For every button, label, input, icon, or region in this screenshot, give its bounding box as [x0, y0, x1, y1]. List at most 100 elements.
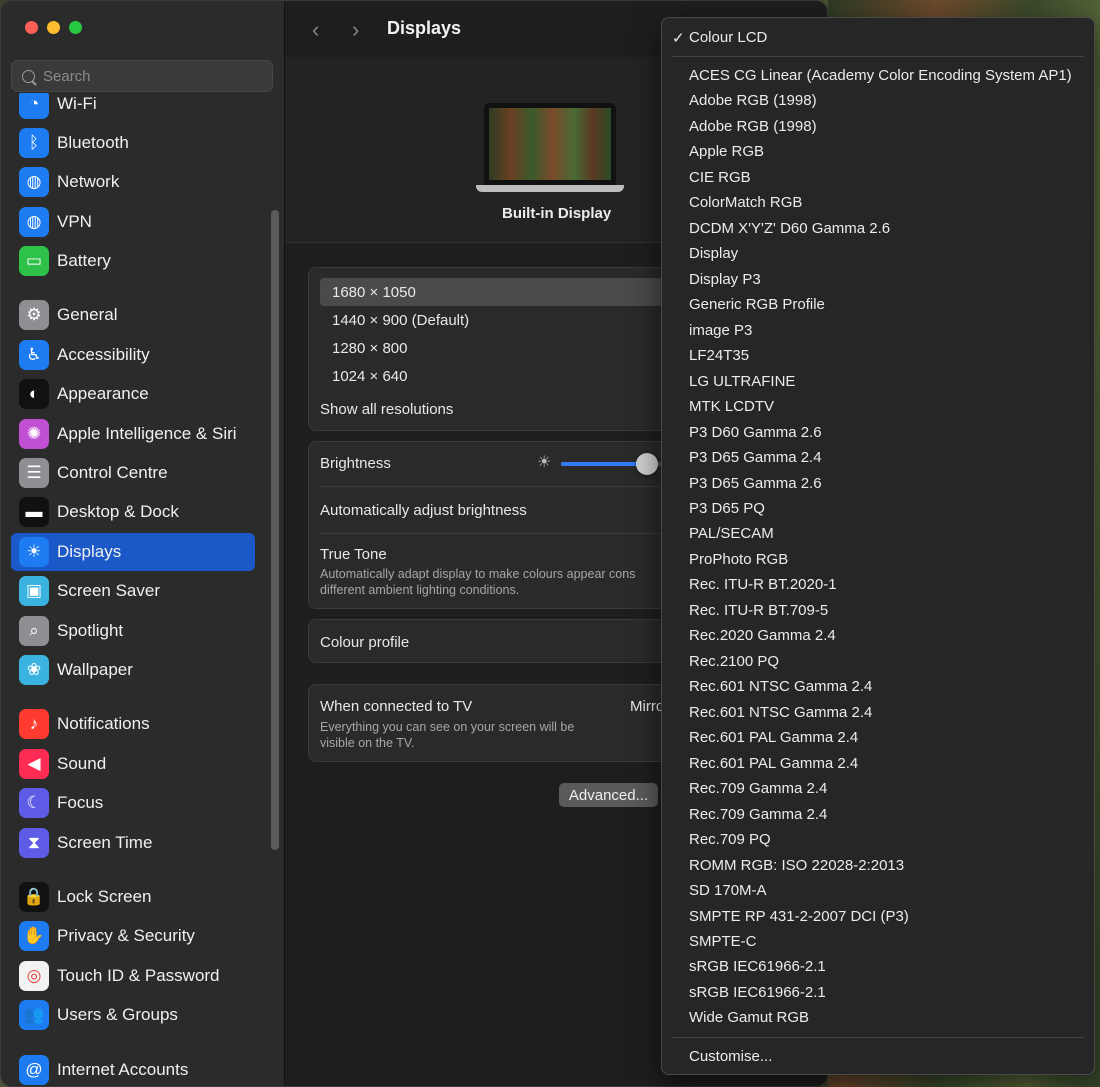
menu-item-profile[interactable]: Rec. ITU-R BT.2020-1: [689, 576, 837, 593]
sidebar-item-accessibility[interactable]: ♿ Accessibility: [11, 336, 255, 374]
menu-item-profile[interactable]: LG ULTRAFINE: [689, 373, 795, 390]
menu-item-profile[interactable]: Rec.709 Gamma 2.4: [689, 806, 827, 823]
menu-item-profile[interactable]: Display P3: [689, 271, 761, 288]
close-button[interactable]: [25, 21, 38, 34]
sidebar-item-label: Screen Saver: [57, 581, 160, 600]
sidebar-item-label: Battery: [57, 251, 111, 270]
laptop-image[interactable]: [476, 103, 624, 192]
dock-icon: ▬: [19, 497, 49, 527]
sidebar-item-bluetooth[interactable]: ᛒ Bluetooth: [11, 124, 255, 162]
menu-item-profile[interactable]: Adobe RGB (1998): [689, 118, 817, 135]
sidebar-item-label: Privacy & Security: [57, 926, 195, 945]
menu-item-profile[interactable]: Apple RGB: [689, 143, 764, 160]
menu-separator: [672, 56, 1084, 57]
sidebar-item-screen-time[interactable]: ⧗ Screen Time: [11, 824, 255, 862]
sidebar-item-appearance[interactable]: ◐ Appearance: [11, 375, 255, 413]
menu-item-profile[interactable]: LF24T35: [689, 347, 749, 364]
checkmark-icon: ✓: [672, 30, 685, 47]
menu-item-profile[interactable]: ProPhoto RGB: [689, 551, 788, 568]
colour-profile-label: Colour profile: [320, 634, 410, 651]
screen-saver-icon: ▣: [19, 576, 49, 606]
sidebar-item-desktop-dock[interactable]: ▬ Desktop & Dock: [11, 493, 255, 531]
sidebar-item-wi-fi[interactable]: ◔ Wi-Fi: [11, 93, 255, 123]
menu-item-profile[interactable]: ROMM RGB: ISO 22028-2:2013: [689, 857, 904, 874]
sidebar-item-label: VPN: [57, 212, 92, 231]
sidebar-item-label: Focus: [57, 793, 104, 812]
menu-item-profile[interactable]: Rec.601 PAL Gamma 2.4: [689, 755, 858, 772]
forward-button[interactable]: ›: [352, 17, 359, 43]
sidebar-item-internet-accounts[interactable]: @ Internet Accounts: [11, 1051, 255, 1086]
sidebar-scrollbar[interactable]: [271, 210, 279, 850]
menu-item-profile[interactable]: ACES CG Linear (Academy Color Encoding S…: [689, 67, 1072, 84]
toggles-icon: ☰: [19, 458, 49, 488]
sidebar-item-spotlight[interactable]: ⌕ Spotlight: [11, 612, 255, 650]
menu-item-profile[interactable]: P3 D65 PQ: [689, 500, 765, 517]
menu-item-profile[interactable]: sRGB IEC61966-2.1: [689, 984, 826, 1001]
sidebar-list: ◔ Wi-Fi ᛒ Bluetooth ◍ Network ◍ VPN ▭ Battery ⚙ Gen…: [1, 93, 285, 1086]
sidebar-item-label: Notifications: [57, 714, 150, 733]
sidebar-item-network[interactable]: ◍ Network: [11, 163, 255, 201]
menu-item-profile[interactable]: Display: [689, 245, 738, 262]
menu-item-customise[interactable]: Customise...: [689, 1048, 772, 1065]
menu-item-profile[interactable]: Rec.709 Gamma 2.4: [689, 780, 827, 797]
menu-item-profile[interactable]: Rec.601 NTSC Gamma 2.4: [689, 678, 872, 695]
show-all-resolutions-toggle[interactable]: Show all resolutions: [320, 401, 453, 418]
sidebar-item-general[interactable]: ⚙ General: [11, 296, 255, 334]
menu-item-profile[interactable]: Rec.709 PQ: [689, 831, 771, 848]
hand-icon: ✋: [19, 921, 49, 951]
menu-item-profile[interactable]: Rec.2020 Gamma 2.4: [689, 627, 836, 644]
advanced-button[interactable]: Advanced...: [559, 783, 658, 807]
bluetooth-icon: ᛒ: [19, 128, 49, 158]
menu-item-profile[interactable]: Wide Gamut RGB: [689, 1009, 809, 1026]
menu-item-profile[interactable]: Adobe RGB (1998): [689, 92, 817, 109]
menu-item-selected[interactable]: Colour LCD: [689, 29, 767, 46]
menu-item-profile[interactable]: Rec.2100 PQ: [689, 653, 779, 670]
menu-item-profile[interactable]: Generic RGB Profile: [689, 296, 825, 313]
menu-item-profile[interactable]: sRGB IEC61966-2.1: [689, 958, 826, 975]
sidebar-item-sound[interactable]: ◀ Sound: [11, 745, 255, 783]
sidebar-item-apple-intelligence-siri[interactable]: ✺ Apple Intelligence & Siri: [11, 415, 255, 453]
menu-item-profile[interactable]: SMPTE RP 431-2-2007 DCI (P3): [689, 908, 909, 925]
menu-item-profile[interactable]: P3 D60 Gamma 2.6: [689, 424, 822, 441]
menu-item-profile[interactable]: ColorMatch RGB: [689, 194, 802, 211]
menu-separator: [672, 1037, 1084, 1038]
sidebar-item-label: Lock Screen: [57, 887, 152, 906]
sidebar-item-touch-id-password[interactable]: ◎ Touch ID & Password: [11, 957, 255, 995]
page-title: Displays: [387, 18, 462, 38]
zoom-button[interactable]: [69, 21, 82, 34]
sidebar-item-label: Wi-Fi: [57, 94, 97, 113]
menu-item-profile[interactable]: Rec.601 PAL Gamma 2.4: [689, 729, 858, 746]
accessibility-icon: ♿: [19, 340, 49, 370]
sidebar-item-label: Apple Intelligence & Siri: [57, 424, 237, 443]
menu-item-profile[interactable]: SMPTE-C: [689, 933, 757, 950]
sidebar-item-displays[interactable]: ☀ Displays: [11, 533, 255, 571]
sidebar-item-users-groups[interactable]: 👥 Users & Groups: [11, 996, 255, 1034]
sidebar-item-control-centre[interactable]: ☰ Control Centre: [11, 454, 255, 492]
sun-small-icon: ☀: [537, 454, 552, 471]
sidebar-item-focus[interactable]: ☾ Focus: [11, 784, 255, 822]
back-button[interactable]: ‹: [312, 17, 319, 43]
menu-item-profile[interactable]: image P3: [689, 322, 752, 339]
tv-mode-popup[interactable]: Mirro: [630, 698, 664, 715]
sidebar-item-battery[interactable]: ▭ Battery: [11, 242, 255, 280]
menu-item-profile[interactable]: P3 D65 Gamma 2.4: [689, 449, 822, 466]
search-input[interactable]: Search: [11, 60, 273, 92]
sidebar-item-wallpaper[interactable]: ❀ Wallpaper: [11, 651, 255, 689]
sidebar-item-vpn[interactable]: ◍ VPN: [11, 203, 255, 241]
true-tone-description: Automatically adapt display to make colo…: [320, 567, 636, 581]
sidebar-item-notifications[interactable]: ♪ Notifications: [11, 705, 255, 743]
menu-item-profile[interactable]: P3 D65 Gamma 2.6: [689, 475, 822, 492]
sidebar-item-privacy-security[interactable]: ✋ Privacy & Security: [11, 917, 255, 955]
menu-item-profile[interactable]: CIE RGB: [689, 169, 751, 186]
menu-item-profile[interactable]: DCDM X'Y'Z' D60 Gamma 2.6: [689, 220, 890, 237]
minimize-button[interactable]: [47, 21, 60, 34]
sidebar-item-lock-screen[interactable]: 🔒 Lock Screen: [11, 878, 255, 916]
menu-item-profile[interactable]: Rec. ITU-R BT.709-5: [689, 602, 828, 619]
menu-item-profile[interactable]: Rec.601 NTSC Gamma 2.4: [689, 704, 872, 721]
menu-item-profile[interactable]: SD 170M-A: [689, 882, 767, 899]
sidebar-item-screen-saver[interactable]: ▣ Screen Saver: [11, 572, 255, 610]
menu-item-profile[interactable]: PAL/SECAM: [689, 525, 774, 542]
menu-item-profile[interactable]: MTK LCDTV: [689, 398, 774, 415]
battery-icon: ▭: [19, 246, 49, 276]
brightness-slider-knob[interactable]: [636, 453, 659, 475]
